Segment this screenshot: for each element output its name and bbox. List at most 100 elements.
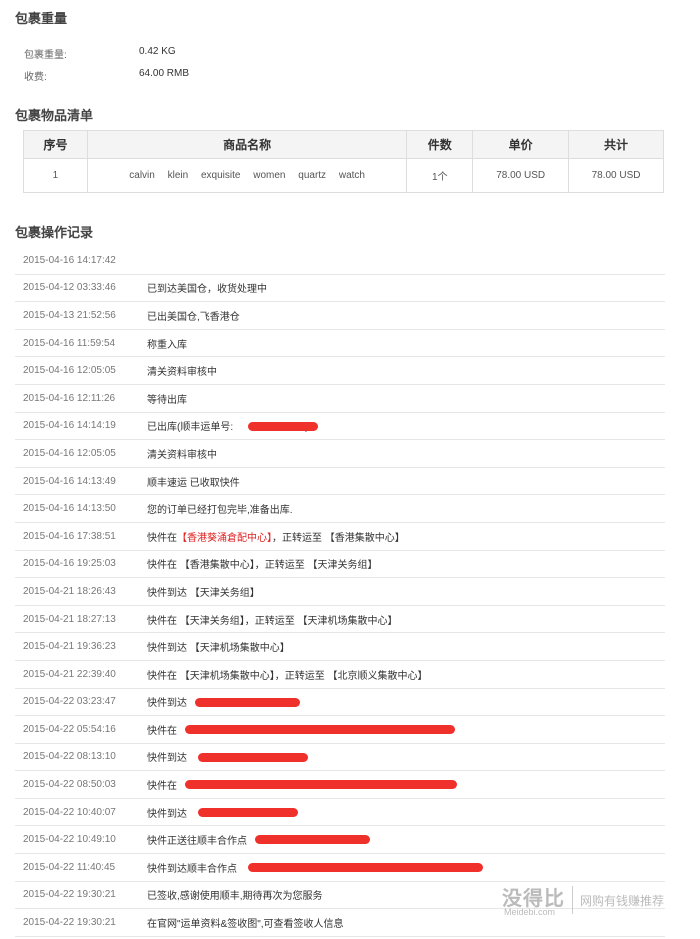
header-total: 共计 (568, 130, 664, 159)
log-row: 2015-04-21 18:27:13 快件在 【天津关务组】，正转运至 【天津机… (15, 606, 665, 634)
log-text: 快件在 【香港集散中心】，正转运至 【天津关务组】 (147, 556, 378, 571)
log-time: 2015-04-16 17:38:51 (23, 530, 116, 542)
log-text-main: 快件在 (147, 532, 177, 544)
log-time: 2015-04-21 22:39:40 (23, 668, 116, 680)
log-text-main: 您的订单已经打包完毕,准备出库. (147, 505, 293, 517)
log-text-main: 已到达美国仓，收货处理中 (147, 284, 267, 296)
log-text: 快件在 【天津关务组】，正转运至 【天津机场集散中心】 (147, 612, 398, 627)
redaction-mark (185, 780, 457, 790)
item-name: calvin klein exquisite women quartz watc… (86, 158, 408, 193)
log-text-main: 快件在 (147, 781, 177, 793)
log-text-main: 称重入库 (147, 339, 187, 351)
item-name-word: calvin (129, 170, 155, 181)
log-text: 等待出库 (147, 391, 187, 406)
log-text: 已出美国仓,飞香港仓 (147, 308, 240, 323)
log-time: 2015-04-16 11:59:54 (23, 337, 116, 349)
log-time: 2015-04-21 19:36:23 (23, 641, 116, 653)
log-time: 2015-04-22 08:13:10 (23, 751, 116, 763)
items-table-header: 序号 商品名称 件数 单价 共计 (23, 130, 664, 159)
log-row: 2015-04-22 08:50:03 快件在 (15, 771, 665, 799)
redaction-mark (198, 752, 308, 762)
log-text: 称重入库 (147, 336, 187, 351)
log-text-main: 快件到达顺丰合作点 (147, 863, 237, 875)
log-time: 2015-04-16 14:13:49 (23, 475, 116, 487)
log-text-main: 快件在 (147, 725, 177, 737)
log-text-main: 快件正送往顺丰合作点 (147, 836, 247, 848)
header-product-name: 商品名称 (86, 130, 408, 159)
log-row: 2015-04-16 17:38:51 快件在【香港葵涌倉配中心】，正转运至 【香… (15, 523, 665, 551)
log-text: 快件在【香港葵涌倉配中心】，正转运至 【香港集散中心】 (147, 529, 405, 544)
log-row: 2015-04-16 19:25:03 快件在 【香港集散中心】，正转运至 【天津… (15, 551, 665, 579)
log-text: 已签收,感谢使用顺丰,期待再次为您服务 (147, 887, 323, 902)
item-name-word: exquisite (200, 170, 241, 181)
log-row: 2015-04-21 18:26:43 快件到达 【天津关务组】 (15, 578, 665, 606)
operation-log: 2015-04-16 14:17:42 2015-04-12 03:33:46 已到… (15, 247, 665, 937)
log-time: 2015-04-16 14:13:50 (23, 503, 116, 515)
item-index: 1 (23, 158, 88, 193)
header-unit-price: 单价 (472, 130, 570, 159)
log-row: 2015-04-22 05:54:16 快件在 (15, 716, 665, 744)
log-text-main: 快件在 【天津关务组】，正转运至 【天津机场集散中心】 (147, 615, 398, 627)
log-text-main: 快件到达 【天津机场集散中心】 (147, 643, 290, 655)
fee-label: 收费: (24, 72, 47, 83)
header-quantity: 件数 (406, 130, 474, 159)
log-time: 2015-04-16 14:14:19 (23, 420, 116, 432)
log-time: 2015-04-12 03:33:46 (23, 282, 116, 294)
log-time: 2015-04-22 03:23:47 (23, 696, 116, 708)
redaction-mark (248, 863, 483, 873)
log-text-after: ，正转运至 【香港集散中心】 (272, 532, 405, 544)
log-text-highlight: 【香港葵涌倉配中心】 (177, 532, 272, 544)
log-text: 快件到达 (147, 805, 187, 820)
log-row: 2015-04-22 10:40:07 快件到达 (15, 799, 665, 827)
log-row: 2015-04-16 14:13:49 顺丰速运 已收取快件 (15, 468, 665, 496)
item-name-word: klein (167, 170, 189, 181)
log-row: 2015-04-16 12:11:26 等待出库 (15, 385, 665, 413)
item-unit-price: 78.00 USD (472, 158, 570, 193)
item-name-word: women (253, 170, 286, 181)
log-text: 已到达美国仓，收货处理中 (147, 280, 267, 295)
log-time: 2015-04-22 08:50:03 (23, 779, 116, 791)
log-time: 2015-04-21 18:27:13 (23, 613, 116, 625)
log-text: 在官网"运单资料&签收图",可查看签收人信息 (147, 915, 344, 930)
log-row: 2015-04-16 14:14:19已出库(顺丰运单号:) (15, 413, 665, 441)
log-text: 快件正送往顺丰合作点 (147, 832, 247, 847)
log-text: 快件到达 (147, 749, 187, 764)
log-row: 2015-04-16 11:59:54 称重入库 (15, 330, 665, 358)
log-text-main: 已出库(顺丰运单号: (147, 422, 234, 434)
log-time: 2015-04-16 19:25:03 (23, 558, 116, 570)
log-time: 2015-04-16 12:05:05 (23, 365, 116, 377)
item-total: 78.00 USD (568, 158, 664, 193)
log-text: 快件在 (147, 722, 177, 737)
log-row: 2015-04-16 14:17:42 (15, 247, 665, 275)
log-text: 快件在 (147, 777, 177, 792)
table-row: 1 calvin klein exquisite women quartz wa… (23, 158, 664, 193)
log-text-main: 清关资料审核中 (147, 367, 217, 379)
log-time: 2015-04-22 19:30:21 (23, 917, 116, 929)
log-text: 顺丰速运 已收取快件 (147, 474, 240, 489)
log-text: 快件在 【天津机场集散中心】，正转运至 【北京顺义集散中心】 (147, 667, 428, 682)
log-text-main: 快件到达 (147, 808, 187, 820)
log-row: 2015-04-13 21:52:56 已出美国仓,飞香港仓 (15, 302, 665, 330)
watermark-domain: Meidebi.com (504, 907, 556, 917)
log-text-main: 快件到达 (147, 698, 187, 710)
log-time: 2015-04-22 05:54:16 (23, 723, 116, 735)
log-text: 清关资料审核中 (147, 446, 217, 461)
log-time: 2015-04-22 10:49:10 (23, 834, 116, 846)
watermark-slogan: 网购有钱赚推荐 (580, 894, 665, 908)
item-quantity: 1个 (406, 158, 474, 193)
log-row: 2015-04-16 14:13:50 您的订单已经打包完毕,准备出库. (15, 495, 665, 523)
redaction-mark (185, 725, 455, 735)
weight-label: 包裹重量: (24, 50, 67, 61)
redaction-mark (255, 835, 370, 845)
item-name-word: quartz (298, 170, 327, 181)
log-text: 快件到达 【天津关务组】 (147, 584, 260, 599)
log-text: 您的订单已经打包完毕,准备出库. (147, 501, 293, 516)
log-section-title: 包裹操作记录 (15, 225, 94, 240)
weight-value: 0.42 KG (139, 46, 176, 57)
log-row: 2015-04-22 10:49:10 快件正送往顺丰合作点 (15, 826, 665, 855)
log-text: 快件到达 【天津机场集散中心】 (147, 639, 290, 654)
fee-value: 64.00 RMB (139, 68, 190, 79)
item-name-word: watch (338, 170, 365, 181)
log-time: 2015-04-21 18:26:43 (23, 585, 116, 597)
log-row: 2015-04-21 22:39:40 快件在 【天津机场集散中心】，正转运至 【… (15, 661, 665, 689)
